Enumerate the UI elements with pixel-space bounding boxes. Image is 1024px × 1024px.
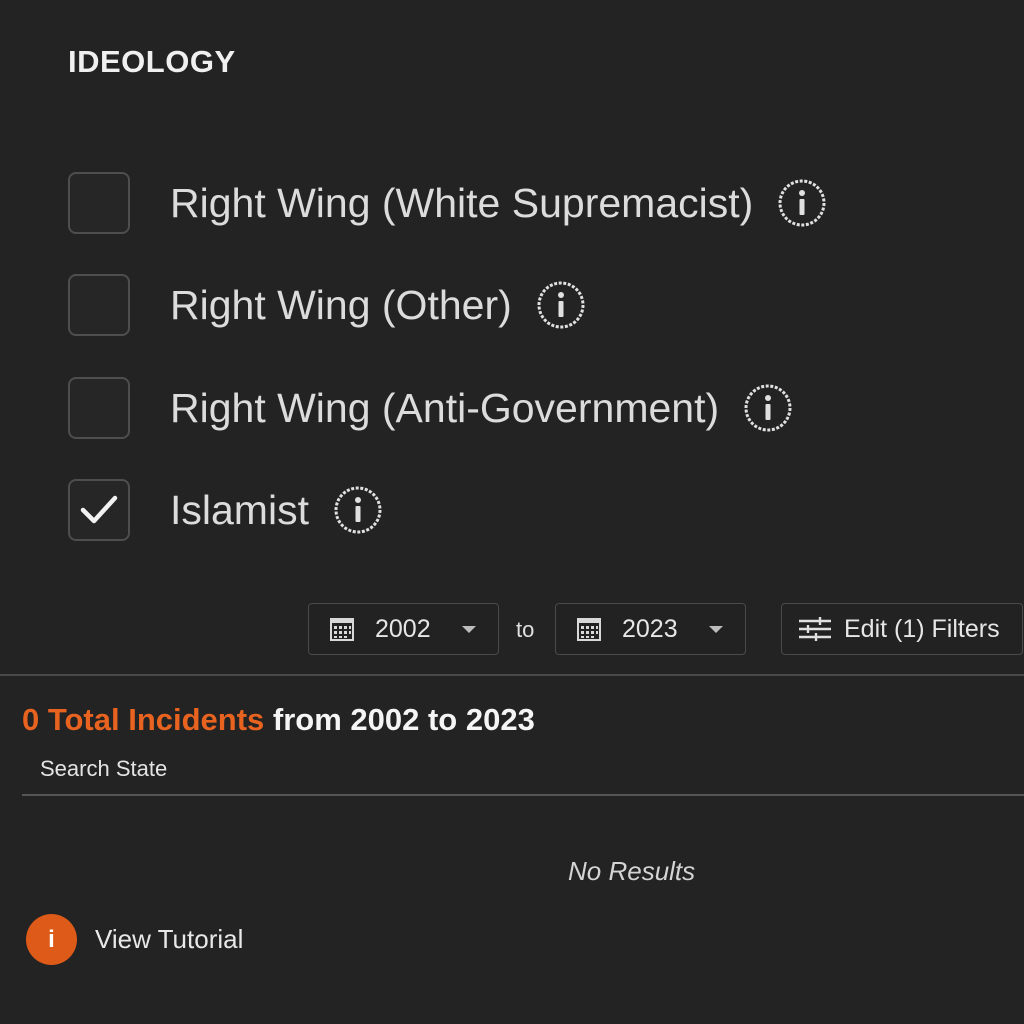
total-range-text: from 2002 to 2023 — [264, 702, 535, 737]
option-right-wing-other[interactable]: Right Wing (Other) — [68, 272, 827, 338]
section-title-ideology: IDEOLOGY — [68, 44, 236, 79]
option-islamist[interactable]: Islamist — [68, 477, 827, 543]
option-right-wing-white-supremacist[interactable]: Right Wing (White Supremacist) — [68, 170, 827, 236]
divider — [0, 674, 1024, 676]
chevron-down-icon — [462, 624, 476, 634]
search-state-underline — [22, 794, 1024, 796]
edit-filters-button[interactable]: Edit (1) Filters — [781, 603, 1023, 655]
info-icon[interactable] — [333, 485, 383, 535]
checkbox[interactable] — [68, 274, 130, 336]
calendar-icon — [576, 616, 602, 642]
start-year-value: 2002 — [375, 614, 431, 643]
chevron-down-icon — [709, 624, 723, 634]
info-icon[interactable] — [536, 280, 586, 330]
range-to-label: to — [516, 617, 535, 642]
option-right-wing-anti-government[interactable]: Right Wing (Anti-Government) — [68, 375, 827, 441]
info-icon: i — [26, 914, 77, 965]
total-count: 0 Total Incidents — [22, 702, 265, 737]
checkmark-icon — [80, 495, 118, 524]
checkbox-checked[interactable] — [68, 479, 130, 541]
start-year-select[interactable]: 2002 — [308, 603, 499, 655]
search-state-label[interactable]: Search State — [40, 756, 167, 782]
checkbox[interactable] — [68, 377, 130, 439]
date-range-controls: 2002 to 2023 Edit (1) Filters — [0, 603, 1024, 657]
option-label: Right Wing (Anti-Government) — [170, 384, 720, 431]
edit-filters-label: Edit (1) Filters — [844, 614, 1000, 643]
end-year-value: 2023 — [622, 614, 678, 643]
option-label: Right Wing (Other) — [170, 281, 512, 328]
view-tutorial-button[interactable]: i View Tutorial — [26, 914, 243, 965]
info-icon[interactable] — [743, 383, 793, 433]
info-icon[interactable] — [777, 178, 827, 228]
option-label: Right Wing (White Supremacist) — [170, 179, 754, 226]
calendar-icon — [329, 616, 355, 642]
checkbox[interactable] — [68, 172, 130, 234]
end-year-select[interactable]: 2023 — [555, 603, 746, 655]
view-tutorial-label: View Tutorial — [95, 924, 244, 954]
total-incidents-heading: 0 Total Incidents from 2002 to 2023 — [22, 702, 535, 738]
ideology-options: Right Wing (White Supremacist) Right Win… — [68, 170, 827, 579]
no-results-message: No Results — [568, 856, 696, 886]
sliders-icon — [798, 616, 832, 642]
option-label: Islamist — [170, 486, 309, 533]
